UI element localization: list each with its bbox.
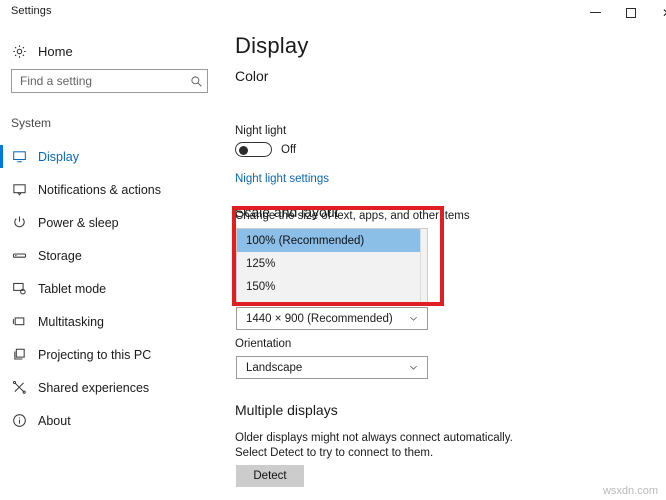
detect-button[interactable]: Detect: [236, 465, 304, 487]
monitor-icon: [0, 149, 38, 164]
sidebar-item-home[interactable]: Home: [0, 38, 228, 64]
night-light-settings-link[interactable]: Night light settings: [235, 173, 329, 185]
chevron-down-icon: [408, 308, 419, 329]
scale-option-125[interactable]: 125%: [237, 252, 427, 275]
sidebar-item-label: Shared experiences: [38, 380, 150, 395]
multiple-displays-description: Older displays might not always connect …: [235, 432, 513, 459]
close-icon: ✕: [662, 7, 666, 19]
selection-indicator: [0, 178, 3, 201]
settings-window: Settings ✕ Home: [0, 0, 666, 500]
sidebar-item-label: Multitasking: [38, 314, 104, 329]
sidebar-item-display[interactable]: Display: [0, 140, 228, 173]
sidebar-group-label: System: [11, 116, 52, 130]
sidebar: Home System Display: [0, 25, 228, 500]
sidebar-home-label: Home: [38, 43, 73, 59]
sidebar-item-projecting-to-this-pc[interactable]: Projecting to this PC: [0, 338, 228, 371]
title-bar: Settings ✕: [0, 0, 666, 25]
page-title: Display: [235, 33, 309, 58]
orientation-dropdown[interactable]: Landscape: [236, 356, 428, 379]
resolution-dropdown[interactable]: 1440 × 900 (Recommended): [236, 307, 428, 330]
sidebar-item-label: Power & sleep: [38, 215, 119, 230]
search-icon: [185, 75, 207, 88]
sidebar-nav-list: Display Notifications & actions Power & …: [0, 140, 228, 437]
sidebar-item-storage[interactable]: Storage: [0, 239, 228, 272]
color-section-heading: Color: [235, 68, 269, 84]
close-button[interactable]: ✕: [649, 0, 666, 25]
selection-indicator: [0, 145, 3, 168]
minimize-icon: [589, 12, 601, 13]
scale-label: Change the size of text, apps, and other…: [235, 210, 470, 222]
toggle-knob: [239, 146, 248, 155]
selection-indicator: [0, 244, 3, 267]
sidebar-item-shared-experiences[interactable]: Shared experiences: [0, 371, 228, 404]
multiple-displays-heading: Multiple displays: [235, 402, 338, 418]
selection-indicator: [0, 277, 3, 300]
search-box[interactable]: [11, 69, 208, 93]
multitasking-icon: [0, 314, 38, 329]
selection-indicator: [0, 343, 3, 366]
watermark: wsxdn.com: [602, 485, 658, 497]
sidebar-item-power-sleep[interactable]: Power & sleep: [0, 206, 228, 239]
drive-icon: [0, 248, 38, 263]
sidebar-item-label: Tablet mode: [38, 281, 107, 296]
main-content: Display Color Night light Off Night ligh…: [228, 25, 666, 500]
scale-option-150[interactable]: 150%: [237, 275, 427, 298]
night-light-toggle-row: Off: [235, 142, 296, 157]
sidebar-item-notifications-actions[interactable]: Notifications & actions: [0, 173, 228, 206]
night-light-state: Off: [281, 143, 297, 156]
sidebar-item-label: Storage: [38, 248, 82, 263]
selection-indicator: [0, 211, 3, 234]
sidebar-item-about[interactable]: About: [0, 404, 228, 437]
resolution-value: 1440 × 900 (Recommended): [246, 312, 393, 325]
sidebar-item-tablet-mode[interactable]: Tablet mode: [0, 272, 228, 305]
sidebar-item-label: Projecting to this PC: [38, 347, 152, 362]
orientation-label: Orientation: [235, 338, 292, 350]
maximize-button[interactable]: [613, 0, 649, 25]
window-title: Settings: [11, 5, 52, 17]
search-input[interactable]: [12, 74, 185, 88]
tablet-icon: [0, 281, 38, 296]
sidebar-item-label: Display: [38, 149, 79, 164]
gear-icon: [0, 44, 38, 59]
sidebar-item-multitasking[interactable]: Multitasking: [0, 305, 228, 338]
chevron-down-icon: [408, 357, 419, 378]
info-icon: [0, 413, 38, 428]
minimize-button[interactable]: [577, 0, 613, 25]
selection-indicator: [0, 376, 3, 399]
shared-icon: [0, 380, 38, 395]
selection-indicator: [0, 310, 3, 333]
orientation-value: Landscape: [246, 361, 303, 374]
sidebar-item-label: About: [38, 413, 71, 428]
maximize-icon: [626, 7, 636, 18]
selection-indicator: [0, 409, 3, 432]
scale-dropdown-list[interactable]: 100% (Recommended) 125% 150%: [236, 228, 428, 304]
night-light-label: Night light: [235, 125, 287, 137]
night-light-toggle[interactable]: [235, 142, 272, 157]
projecting-icon: [0, 347, 38, 362]
notification-icon: [0, 182, 38, 197]
power-icon: [0, 215, 38, 230]
scale-option-100[interactable]: 100% (Recommended): [237, 229, 427, 252]
sidebar-item-label: Notifications & actions: [38, 182, 161, 197]
dropdown-scrollbar[interactable]: [420, 229, 427, 303]
